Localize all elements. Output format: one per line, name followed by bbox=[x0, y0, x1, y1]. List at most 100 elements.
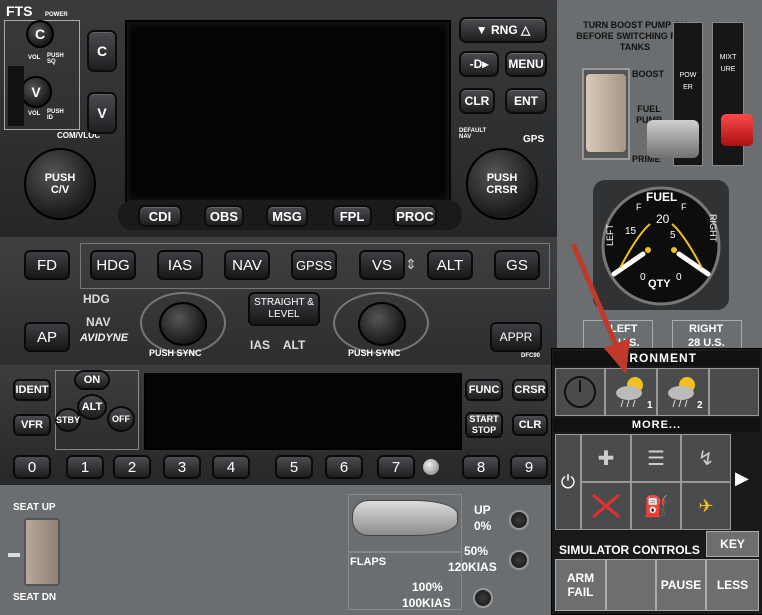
digit-1-button[interactable]: 1 bbox=[66, 455, 104, 479]
boost-label: BOOST bbox=[632, 69, 665, 79]
aircraft-position-button[interactable]: ✈ bbox=[681, 482, 731, 530]
fuel-scale-right-0: 0 bbox=[676, 272, 682, 283]
rng-label: RNG bbox=[490, 23, 518, 37]
gs-button[interactable]: GS bbox=[494, 250, 540, 280]
proc-button[interactable]: PROC bbox=[393, 205, 437, 227]
key-button[interactable]: KEY bbox=[706, 531, 759, 557]
push-cv-knob[interactable]: PUSH C/V bbox=[24, 148, 96, 220]
ap-button[interactable]: AP bbox=[24, 322, 70, 352]
storm-cloud-icon bbox=[616, 377, 643, 408]
msg-button[interactable]: MSG bbox=[266, 205, 308, 227]
c-swap-button[interactable]: C bbox=[87, 30, 117, 72]
gps-label: GPS bbox=[523, 134, 545, 145]
power-icon: ⏻ bbox=[560, 471, 576, 492]
direct-to-button[interactable]: -D▸ bbox=[459, 51, 499, 77]
stby-button[interactable]: STBY bbox=[55, 408, 81, 432]
on-button[interactable]: ON bbox=[74, 370, 110, 390]
terrain-button[interactable]: ☰ bbox=[631, 434, 681, 482]
com-slot bbox=[8, 66, 24, 126]
straight-level-button[interactable]: STRAIGHT & LEVEL bbox=[248, 292, 320, 326]
seat-down-label: SEAT DN bbox=[13, 592, 57, 603]
crsr-button[interactable]: CRSR bbox=[512, 379, 548, 401]
mixture-lever-handle[interactable] bbox=[721, 114, 753, 146]
com-knob[interactable]: C bbox=[26, 20, 54, 48]
vs-push-sync-knob[interactable] bbox=[358, 302, 406, 346]
push-crsr-knob[interactable]: PUSH CRSR bbox=[466, 148, 538, 220]
fuel-scale-15: 15 bbox=[625, 226, 637, 237]
arm-fail-button[interactable]: ARM FAIL bbox=[555, 559, 606, 611]
fuel-nozzle-icon: ⛽ bbox=[643, 495, 669, 518]
map-tool-button[interactable]: ✚ bbox=[581, 434, 631, 482]
power-label: POWER bbox=[45, 12, 68, 18]
transponder-screen bbox=[144, 373, 462, 450]
digit-0-button[interactable]: 0 bbox=[13, 455, 51, 479]
flaps-100-speed: 100KIAS bbox=[402, 596, 451, 610]
weather-1-label: 1 bbox=[647, 400, 653, 411]
boost-rocker-switch[interactable] bbox=[586, 74, 626, 152]
range-button[interactable]: ▼ RNG △ bbox=[459, 17, 547, 43]
less-button[interactable]: LESS bbox=[706, 559, 759, 611]
digit-3-button[interactable]: 3 bbox=[163, 455, 201, 479]
v-swap-button[interactable]: V bbox=[87, 92, 117, 134]
flaps-lever[interactable] bbox=[352, 500, 458, 536]
fuel-nozzle-button[interactable]: ⛽ bbox=[631, 482, 681, 530]
fuel-scale-5: 5 bbox=[670, 230, 676, 241]
push-cv-label: PUSH C/V bbox=[44, 172, 76, 196]
pause-button[interactable]: PAUSE bbox=[656, 559, 706, 611]
vfr-button[interactable]: VFR bbox=[13, 414, 51, 436]
ias-alt-label: IAS ALT bbox=[250, 338, 306, 352]
vs-button[interactable]: VS bbox=[359, 250, 405, 280]
wind-icon: ✚ bbox=[597, 447, 615, 470]
push-id-label: PUSH ID bbox=[47, 109, 64, 121]
digit-2-button[interactable]: 2 bbox=[113, 455, 151, 479]
vs-alt-arrows-icon: ⇕ bbox=[405, 256, 417, 272]
hdg-button[interactable]: HDG bbox=[90, 250, 136, 280]
vloc-knob[interactable]: V bbox=[20, 76, 52, 108]
ident-button[interactable]: IDENT bbox=[13, 379, 51, 401]
xpdr-clr-button[interactable]: CLR bbox=[512, 414, 548, 436]
weather-2-label: 2 bbox=[697, 400, 703, 411]
alt-mode-button[interactable]: ALT bbox=[77, 394, 107, 420]
menu-button[interactable]: MENU bbox=[505, 51, 547, 77]
obs-button[interactable]: OBS bbox=[204, 205, 244, 227]
power-lever-label: POWER bbox=[679, 72, 697, 91]
clr-button[interactable]: CLR bbox=[459, 88, 495, 114]
power-toggle-button[interactable]: ⏻ bbox=[555, 434, 581, 530]
ent-button[interactable]: ENT bbox=[505, 88, 547, 114]
digit-6-button[interactable]: 6 bbox=[325, 455, 363, 479]
func-button[interactable]: FUNC bbox=[465, 379, 503, 401]
blank-control-button bbox=[606, 559, 656, 611]
nav-button[interactable]: NAV bbox=[224, 250, 270, 280]
route-button[interactable]: ↯ bbox=[681, 434, 731, 482]
next-page-arrow-icon[interactable]: ▶ bbox=[735, 468, 749, 489]
storm-cloud-icon-2 bbox=[668, 377, 695, 408]
seat-rocker-switch[interactable] bbox=[24, 518, 60, 586]
dfc90-label: DFC90 bbox=[521, 353, 541, 359]
nav-small-label: NAV bbox=[86, 315, 111, 329]
failures-button[interactable] bbox=[581, 482, 631, 530]
ias-button[interactable]: IAS bbox=[157, 250, 203, 280]
flaps-up-pct: 0% bbox=[474, 519, 492, 533]
appr-button[interactable]: APPR bbox=[490, 322, 542, 352]
alt-button[interactable]: ALT bbox=[427, 250, 473, 280]
flaps-50-speed: 120KIAS bbox=[448, 560, 497, 574]
power-lever-handle[interactable] bbox=[647, 120, 699, 158]
flaps-up-label: UP bbox=[474, 503, 491, 517]
cdi-button[interactable]: CDI bbox=[138, 205, 182, 227]
annotation-arrow-icon bbox=[571, 243, 630, 374]
start-stop-button[interactable]: START STOP bbox=[465, 412, 503, 438]
right-tank-label: RIGHT bbox=[689, 323, 724, 335]
digit-4-button[interactable]: 4 bbox=[212, 455, 250, 479]
fd-button[interactable]: FD bbox=[24, 250, 70, 280]
flaps-label: FLAPS bbox=[350, 556, 387, 568]
fuel-gauge-qty: QTY bbox=[648, 278, 671, 290]
ias-push-sync-knob[interactable] bbox=[159, 302, 207, 346]
default-nav-label: DEFAULT NAV bbox=[459, 128, 487, 140]
off-button[interactable]: OFF bbox=[107, 406, 135, 432]
digit-9-button[interactable]: 9 bbox=[510, 455, 548, 479]
fpl-button[interactable]: FPL bbox=[332, 205, 372, 227]
gpss-button[interactable]: GPSS bbox=[291, 250, 337, 280]
digit-8-button[interactable]: 8 bbox=[462, 455, 500, 479]
digit-5-button[interactable]: 5 bbox=[275, 455, 313, 479]
digit-7-button[interactable]: 7 bbox=[377, 455, 415, 479]
